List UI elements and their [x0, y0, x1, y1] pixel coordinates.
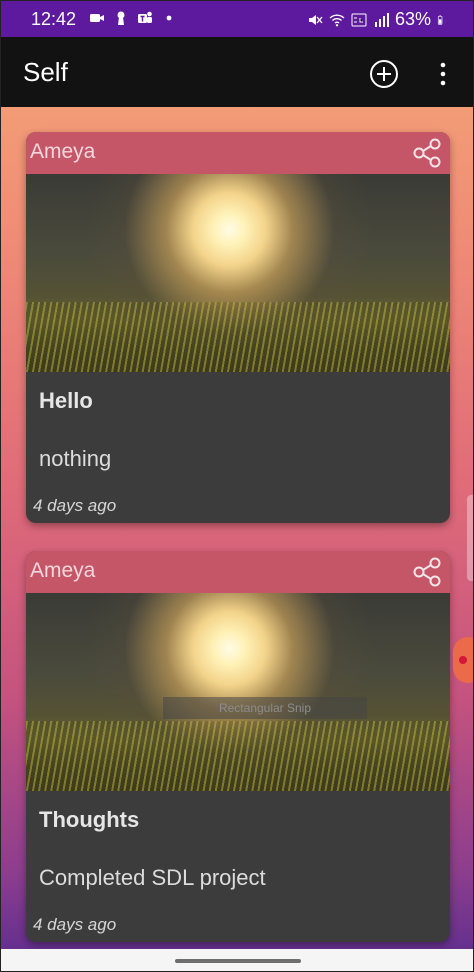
keyhole-icon [117, 11, 125, 25]
card-timestamp: 4 days ago [33, 496, 117, 515]
snip-overlay-label: Rectangular Snip [163, 697, 367, 719]
card-author: Ameya [30, 140, 96, 163]
volte-icon [351, 13, 367, 26]
gesture-nav-bar [1, 949, 473, 971]
page-title: Self [23, 57, 68, 87]
post-card[interactable]: Ameya Thoughts Completed SDL project 4 d… [26, 551, 450, 942]
battery-percent: 63% [394, 9, 431, 29]
card-body: nothing [39, 446, 112, 471]
teams-icon [138, 11, 152, 23]
wifi-icon [329, 13, 345, 26]
card-body: Completed SDL project [39, 865, 266, 890]
card-title: Thoughts [39, 807, 140, 832]
edge-panel-handle[interactable] [467, 495, 473, 581]
home-gesture-pill[interactable] [175, 959, 301, 963]
status-time: 12:42 [31, 9, 77, 29]
app-bar: Self [1, 37, 473, 107]
card-header: Ameya [26, 551, 450, 593]
status-right-icons: 63% [307, 9, 447, 30]
status-bar: 12:42 63% [1, 1, 473, 37]
post-card[interactable]: Ameya Hello nothing 4 days ago [26, 132, 450, 523]
add-circle-icon[interactable] [369, 59, 399, 89]
video-icon [90, 14, 104, 22]
card-author: Ameya [30, 559, 96, 582]
floating-record-button[interactable] [453, 637, 473, 683]
signal-icon [374, 12, 389, 27]
card-title: Hello [39, 388, 93, 413]
battery-icon [437, 14, 443, 25]
status-left-icons [89, 10, 177, 26]
share-icon[interactable] [410, 136, 444, 170]
card-image [26, 174, 450, 372]
share-icon[interactable] [410, 555, 444, 589]
more-vert-icon[interactable] [433, 59, 453, 89]
card-image [26, 593, 450, 791]
card-header: Ameya [26, 132, 450, 174]
dot-icon [166, 15, 172, 21]
card-timestamp: 4 days ago [33, 915, 117, 934]
mute-icon [308, 14, 323, 25]
app-frame: 12:42 63% Self Ameya Hello nothing 4 day… [0, 0, 474, 972]
